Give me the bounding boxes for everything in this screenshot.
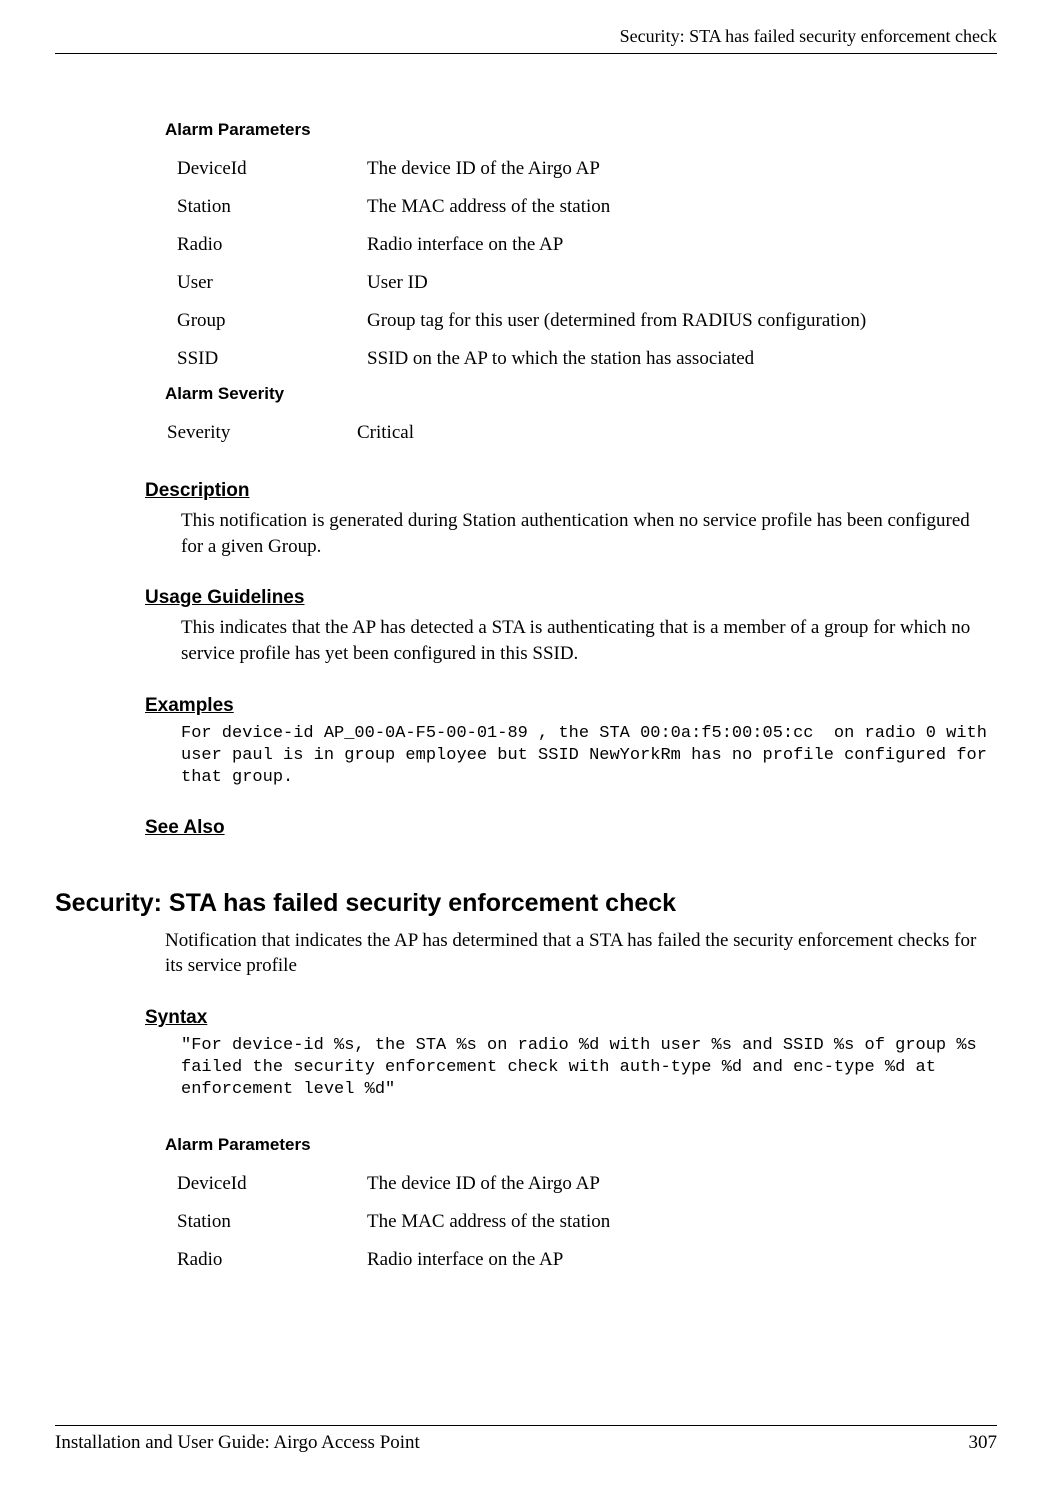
severity-value: Critical (357, 414, 997, 452)
severity-label: Severity (165, 414, 357, 452)
section-title: Security: STA has failed security enforc… (55, 889, 997, 918)
description-heading: Description (145, 480, 997, 502)
page-number: 307 (969, 1432, 998, 1454)
see-also-heading: See Also (145, 817, 997, 839)
alarm-parameters-heading-2: Alarm Parameters (165, 1135, 997, 1155)
alarm-parameters-table-2: DeviceId The device ID of the Airgo AP S… (165, 1165, 997, 1279)
param-desc: User ID (367, 264, 997, 302)
header-rule (55, 53, 997, 54)
table-row: Severity Critical (165, 414, 997, 452)
syntax-body: "For device-id %s, the STA %s on radio %… (181, 1035, 987, 1101)
param-name: DeviceId (165, 1165, 367, 1203)
param-desc: Group tag for this user (determined from… (367, 302, 997, 340)
alarm-severity-table: Severity Critical (165, 414, 997, 452)
param-desc: The device ID of the Airgo AP (367, 150, 997, 188)
param-name: Radio (165, 226, 367, 264)
param-desc: Radio interface on the AP (367, 1241, 997, 1279)
param-desc: Radio interface on the AP (367, 226, 997, 264)
description-body: This notification is generated during St… (181, 508, 987, 559)
examples-heading: Examples (145, 695, 997, 717)
param-desc: The MAC address of the station (367, 1203, 997, 1241)
alarm-severity-heading: Alarm Severity (165, 384, 997, 404)
table-row: Radio Radio interface on the AP (165, 226, 997, 264)
param-name: SSID (165, 340, 367, 378)
table-row: SSID SSID on the AP to which the station… (165, 340, 997, 378)
table-row: Station The MAC address of the station (165, 1203, 997, 1241)
usage-guidelines-body: This indicates that the AP has detected … (181, 615, 987, 666)
alarm-parameters-heading: Alarm Parameters (165, 120, 997, 140)
param-desc: The MAC address of the station (367, 188, 997, 226)
param-desc: The device ID of the Airgo AP (367, 1165, 997, 1203)
param-name: Radio (165, 1241, 367, 1279)
table-row: Radio Radio interface on the AP (165, 1241, 997, 1279)
table-row: DeviceId The device ID of the Airgo AP (165, 150, 997, 188)
table-row: User User ID (165, 264, 997, 302)
table-row: DeviceId The device ID of the Airgo AP (165, 1165, 997, 1203)
table-row: Group Group tag for this user (determine… (165, 302, 997, 340)
examples-body: For device-id AP_00-0A-F5-00-01-89 , the… (181, 723, 987, 789)
header-title: Security: STA has failed security enforc… (620, 26, 997, 46)
syntax-heading: Syntax (145, 1007, 997, 1029)
section-intro: Notification that indicates the AP has d… (165, 928, 987, 979)
param-name: DeviceId (165, 150, 367, 188)
table-row: Station The MAC address of the station (165, 188, 997, 226)
param-name: User (165, 264, 367, 302)
param-name: Station (165, 1203, 367, 1241)
usage-guidelines-heading: Usage Guidelines (145, 587, 997, 609)
alarm-parameters-table: DeviceId The device ID of the Airgo AP S… (165, 150, 997, 378)
param-name: Group (165, 302, 367, 340)
param-desc: SSID on the AP to which the station has … (367, 340, 997, 378)
footer-rule (55, 1425, 997, 1426)
param-name: Station (165, 188, 367, 226)
footer-left: Installation and User Guide: Airgo Acces… (55, 1432, 420, 1454)
